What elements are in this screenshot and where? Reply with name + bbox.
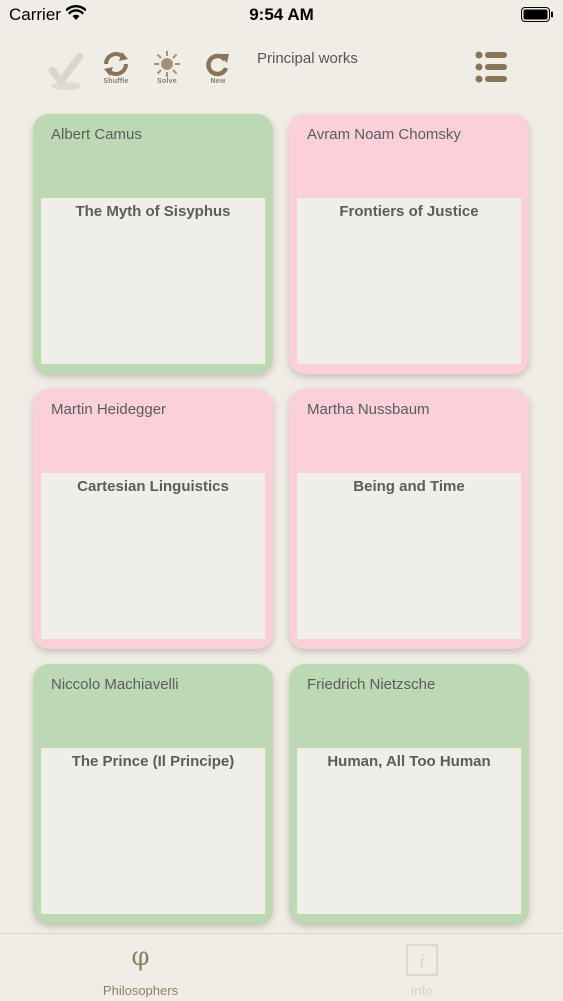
solve-button[interactable]: Solve: [147, 50, 187, 96]
philosopher-name: Martin Heidegger: [51, 401, 167, 418]
principal-work[interactable]: Being and Time: [297, 478, 521, 495]
menu-button[interactable]: [470, 48, 512, 88]
principal-work[interactable]: The Prince (Il Principe): [41, 753, 265, 770]
refresh-icon: [198, 50, 238, 78]
principal-work[interactable]: The Myth of Sisyphus: [41, 203, 265, 220]
shuffle-button[interactable]: Shuffle: [96, 50, 136, 96]
svg-text:i: i: [419, 951, 425, 972]
principal-work[interactable]: Cartesian Linguistics: [41, 478, 265, 495]
new-label: New: [210, 78, 226, 85]
info-icon: i: [406, 944, 438, 981]
philosopher-card[interactable]: Albert Camus The Myth of Sisyphus: [33, 114, 273, 374]
work-drop-area[interactable]: The Myth of Sisyphus: [41, 198, 265, 364]
work-drop-area[interactable]: The Prince (Il Principe): [41, 748, 265, 914]
shuffle-label: Shuffle: [103, 78, 129, 85]
tab-label-philosophers: Philosophers: [102, 983, 179, 998]
sun-icon: [147, 50, 187, 78]
philosopher-name: Avram Noam Chomsky: [307, 126, 461, 143]
work-drop-area[interactable]: Being and Time: [297, 473, 521, 639]
philosopher-name: Niccolo Machiavelli: [51, 676, 179, 693]
philosopher-card[interactable]: Martin Heidegger Cartesian Linguistics: [33, 389, 273, 649]
philosopher-name: Albert Camus: [51, 126, 142, 143]
philosopher-card[interactable]: Avram Noam Chomsky Frontiers of Justice: [289, 114, 529, 374]
phi-icon: φ: [131, 942, 150, 972]
principal-work[interactable]: Frontiers of Justice: [297, 203, 521, 220]
shuffle-icon: [96, 50, 136, 78]
tab-bar: φ Philosophers i Info: [0, 933, 563, 1000]
philosopher-card[interactable]: Friedrich Nietzsche Human, All Too Human: [289, 664, 529, 924]
list-icon: [470, 51, 512, 92]
work-drop-area[interactable]: Cartesian Linguistics: [41, 473, 265, 639]
principal-work[interactable]: Human, All Too Human: [297, 753, 521, 770]
tab-philosophers[interactable]: φ Philosophers: [0, 934, 281, 1001]
toolbar: Shuffle Solve New Principal works: [0, 40, 563, 100]
philosopher-card[interactable]: Martha Nussbaum Being and Time: [289, 389, 529, 649]
tab-label-info: Info: [410, 983, 433, 998]
philosopher-card[interactable]: Niccolo Machiavelli The Prince (Il Princ…: [33, 664, 273, 924]
new-button[interactable]: New: [198, 50, 238, 96]
toolbar-title: Principal works: [257, 50, 358, 67]
status-time: 9:54 AM: [249, 5, 314, 24]
work-drop-area[interactable]: Frontiers of Justice: [297, 198, 521, 364]
philosopher-name: Martha Nussbaum: [307, 401, 430, 418]
work-drop-area[interactable]: Human, All Too Human: [297, 748, 521, 914]
battery-icon: [521, 7, 554, 22]
checkmark-icon: [46, 48, 86, 92]
check-button[interactable]: [46, 48, 86, 94]
tab-info[interactable]: i Info: [281, 934, 562, 1001]
solve-label: Solve: [157, 78, 177, 85]
philosopher-name: Friedrich Nietzsche: [307, 676, 436, 693]
status-bar: Carrier 9:54 AM: [0, 0, 563, 30]
